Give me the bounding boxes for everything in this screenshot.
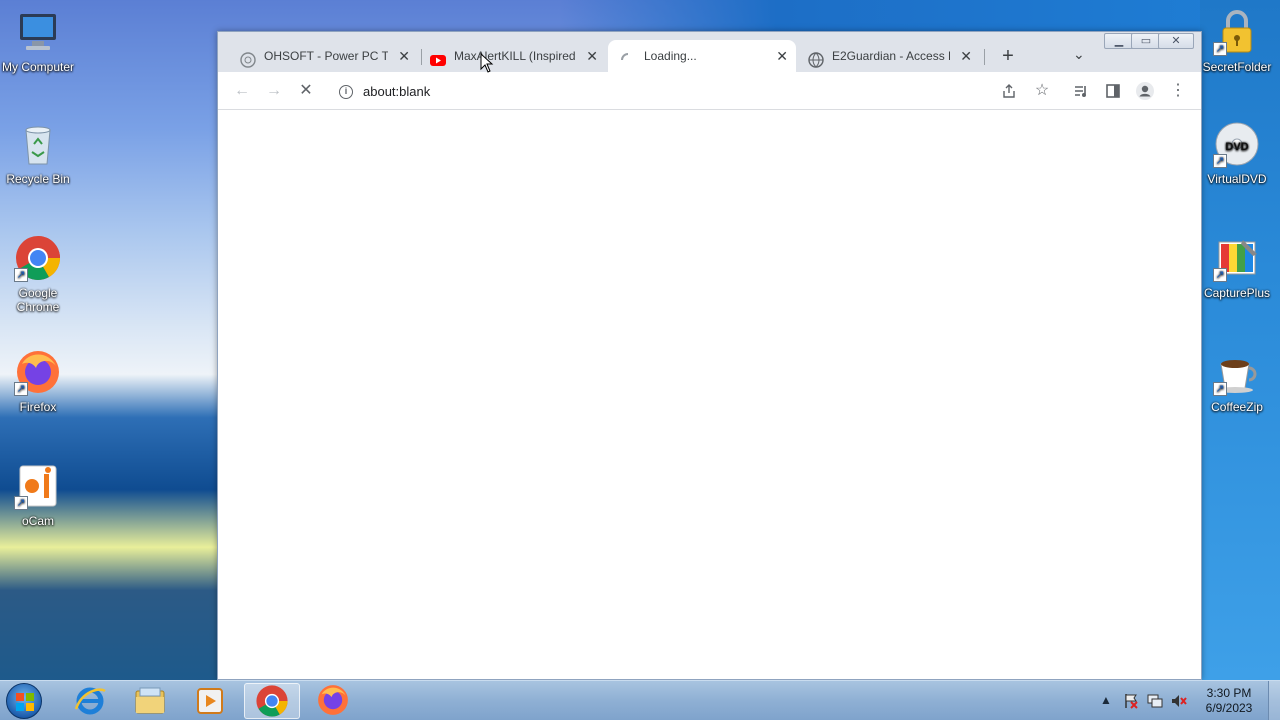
desktop-icon-google-chrome[interactable]: ↗ Google Chrome: [0, 234, 76, 314]
tab-title: MaxAlertKILL (Inspired: [454, 49, 576, 63]
ocam-icon: ↗: [14, 462, 62, 510]
shortcut-arrow-icon: ↗: [1213, 382, 1227, 396]
captureplus-icon: ↗: [1213, 234, 1261, 282]
taskbar: ▲ 3:30 PM 6/9/2023: [0, 680, 1280, 720]
desktop-icon-my-computer[interactable]: My Computer: [0, 8, 76, 74]
dvd-disc-icon: DVD ↗: [1213, 120, 1261, 168]
address-bar[interactable]: i about:blank: [329, 77, 1059, 107]
desktop-icon-coffeezip[interactable]: ↗ CoffeeZip: [1199, 348, 1275, 414]
close-icon[interactable]: ✕: [398, 40, 410, 72]
back-arrow-icon[interactable]: ←: [230, 80, 254, 102]
desktop-icon-recycle-bin[interactable]: Recycle Bin: [0, 120, 76, 186]
shortcut-arrow-icon: ↗: [1213, 268, 1227, 282]
desktop-icon-label: SecretFolder: [1202, 60, 1272, 74]
profile-avatar-icon[interactable]: [1133, 80, 1157, 102]
star-bookmark-icon[interactable]: ☆: [1030, 80, 1054, 102]
system-clock[interactable]: 3:30 PM 6/9/2023: [1196, 686, 1262, 716]
coffee-cup-icon: ↗: [1213, 348, 1261, 396]
shortcut-arrow-icon: ↗: [1213, 154, 1227, 168]
desktop-icon-label: oCam: [21, 514, 54, 528]
tab-separator: [984, 49, 985, 65]
tab-ohsoft[interactable]: OHSOFT - Power PC To ✕: [228, 40, 418, 72]
tab-maxalertkill[interactable]: MaxAlertKILL (Inspired ✕: [418, 40, 606, 72]
svg-text:DVD: DVD: [1225, 141, 1248, 153]
desktop-icon-captureplus[interactable]: ↗ CapturePlus: [1199, 234, 1275, 300]
chevron-down-icon[interactable]: ⌄: [1073, 46, 1085, 63]
tab-strip: OHSOFT - Power PC To ✕ MaxAlertKILL (Ins…: [218, 32, 1201, 72]
desktop-icon-label: VirtualDVD: [1207, 172, 1267, 186]
side-panel-icon[interactable]: [1101, 80, 1125, 102]
desktop-wallpaper-right: [1200, 0, 1280, 680]
desktop-icon-label: CoffeeZip: [1211, 400, 1263, 414]
info-icon[interactable]: i: [339, 85, 353, 99]
taskbar-media-player[interactable]: [182, 683, 238, 719]
network-icon[interactable]: [1147, 693, 1163, 712]
taskbar-firefox[interactable]: [306, 683, 362, 719]
clock-time: 3:30 PM: [1206, 686, 1252, 700]
desktop-icon-ocam[interactable]: ↗ oCam: [0, 462, 76, 528]
close-icon[interactable]: ✕: [586, 40, 598, 72]
action-center-flag-icon[interactable]: [1123, 693, 1139, 712]
tab-e2guardian[interactable]: E2Guardian - Access De ✕: [796, 40, 980, 72]
desktop-icon-label: Google Chrome: [16, 286, 60, 314]
close-icon[interactable]: ✕: [960, 40, 972, 72]
shortcut-arrow-icon: ↗: [14, 268, 28, 282]
firefox-icon: [318, 685, 348, 715]
stop-loading-button[interactable]: ✕: [294, 80, 318, 102]
chrome-window: OHSOFT - Power PC To ✕ MaxAlertKILL (Ins…: [217, 31, 1202, 680]
shortcut-arrow-icon: ↗: [14, 496, 28, 510]
desktop-wallpaper-top: [560, 0, 1280, 32]
firefox-icon: ↗: [14, 348, 62, 396]
close-icon[interactable]: ✕: [776, 40, 788, 72]
desktop-icon-label: Firefox: [19, 400, 57, 414]
page-content-blank[interactable]: [218, 111, 1201, 679]
folder-icon: [135, 687, 165, 714]
shortcut-arrow-icon: ↗: [14, 382, 28, 396]
media-control-icon[interactable]: [1069, 80, 1093, 102]
desktop-icon-secretfolder[interactable]: ↗ SecretFolder: [1199, 8, 1275, 74]
start-button[interactable]: [6, 683, 42, 719]
media-player-icon: [197, 688, 223, 714]
window-close-button[interactable]: ✕: [1158, 33, 1194, 49]
tab-title: Loading...: [644, 49, 697, 63]
youtube-icon: [430, 48, 446, 66]
show-desktop-button[interactable]: [1268, 681, 1280, 720]
mouse-cursor-icon: [480, 53, 494, 73]
desktop-icon-firefox[interactable]: ↗ Firefox: [0, 348, 76, 414]
desktop-icon-label: My Computer: [1, 60, 75, 74]
new-tab-button[interactable]: +: [996, 44, 1020, 68]
desktop-icon-virtualdvd[interactable]: DVD ↗ VirtualDVD: [1199, 120, 1275, 186]
shortcut-arrow-icon: ↗: [1213, 42, 1227, 56]
taskbar-internet-explorer[interactable]: [62, 683, 118, 719]
volume-muted-icon[interactable]: [1171, 693, 1187, 712]
share-icon[interactable]: [997, 80, 1021, 102]
clock-date: 6/9/2023: [1205, 701, 1253, 715]
taskbar-file-explorer[interactable]: [122, 683, 178, 719]
chrome-icon: [256, 685, 288, 717]
globe-icon: [808, 48, 824, 68]
toolbar: ← → ✕ i about:blank ☆ ⋮: [218, 72, 1201, 110]
tab-title: OHSOFT - Power PC To: [264, 49, 388, 63]
globe-gray-icon: [240, 48, 256, 68]
show-hidden-icons-chevron-icon[interactable]: ▲: [1100, 693, 1112, 707]
tab-title: E2Guardian - Access De: [832, 49, 950, 63]
taskbar-chrome[interactable]: [244, 683, 300, 719]
loading-spinner-icon: [620, 48, 636, 64]
desktop-icon-label: CapturePlus: [1203, 286, 1271, 300]
more-menu-icon[interactable]: ⋮: [1166, 80, 1190, 102]
desktop-icon-label: Recycle Bin: [6, 172, 70, 186]
chrome-icon: ↗: [14, 234, 62, 282]
tab-loading[interactable]: Loading... ✕: [608, 40, 796, 72]
minimize-button[interactable]: ▁: [1104, 33, 1134, 49]
computer-icon: [14, 8, 62, 56]
address-text: about:blank: [363, 84, 431, 99]
lock-folder-icon: ↗: [1213, 8, 1261, 56]
windows-logo-icon: [16, 693, 34, 711]
restore-button[interactable]: ▭: [1131, 33, 1161, 49]
forward-arrow-icon[interactable]: →: [262, 80, 286, 102]
internet-explorer-icon: [74, 687, 106, 715]
recycle-bin-icon: [14, 120, 62, 168]
